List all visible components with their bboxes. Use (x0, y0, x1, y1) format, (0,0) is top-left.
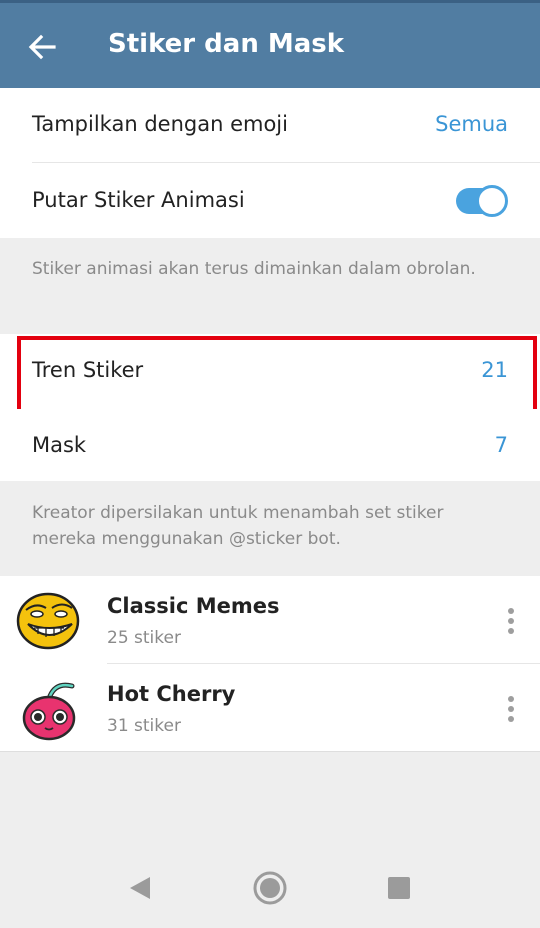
nav-back-button[interactable] (120, 868, 160, 908)
home-circle-icon (253, 871, 287, 905)
animated-info-text: Stiker animasi akan terus dimainkan dala… (0, 256, 540, 316)
back-button[interactable] (22, 27, 62, 67)
toggle-knob (476, 185, 508, 217)
masks-count: 7 (494, 433, 508, 457)
sticker-set-count: 25 stiker (107, 628, 181, 648)
back-triangle-icon (130, 877, 150, 899)
recents-square-icon (388, 877, 410, 899)
more-options-icon[interactable] (504, 694, 518, 724)
divider (0, 751, 540, 752)
more-options-icon[interactable] (504, 606, 518, 636)
cherry-icon (16, 676, 82, 742)
sticker-set-row[interactable]: Classic Memes 25 stiker (0, 576, 540, 664)
nav-home-button[interactable] (250, 868, 290, 908)
emoji-setting-row[interactable]: Tampilkan dengan emoji Semua (0, 88, 540, 163)
masks-label: Mask (32, 433, 87, 457)
nav-recents-button[interactable] (379, 868, 419, 908)
animated-sticker-toggle[interactable] (456, 185, 508, 217)
sticker-set-name: Classic Memes (107, 594, 280, 618)
sticker-set-count: 31 stiker (107, 716, 181, 736)
app-bar: Stiker dan Mask (0, 0, 540, 88)
sticker-set-row[interactable]: Hot Cherry 31 stiker (0, 664, 540, 752)
sticker-set-name: Hot Cherry (107, 682, 236, 706)
emoji-setting-value: Semua (435, 112, 508, 136)
emoji-setting-label: Tampilkan dengan emoji (32, 112, 288, 136)
arrow-left-icon (28, 34, 56, 60)
animated-sticker-row[interactable]: Putar Stiker Animasi (0, 163, 540, 238)
animated-sticker-label: Putar Stiker Animasi (32, 188, 245, 212)
creator-info-text: Kreator dipersilakan untuk menambah set … (0, 500, 540, 560)
system-nav-bar (0, 850, 540, 928)
masks-row[interactable]: Mask 7 (0, 409, 540, 481)
troll-face-icon (16, 588, 82, 654)
page-title: Stiker dan Mask (108, 29, 345, 59)
highlight-box (17, 336, 537, 413)
